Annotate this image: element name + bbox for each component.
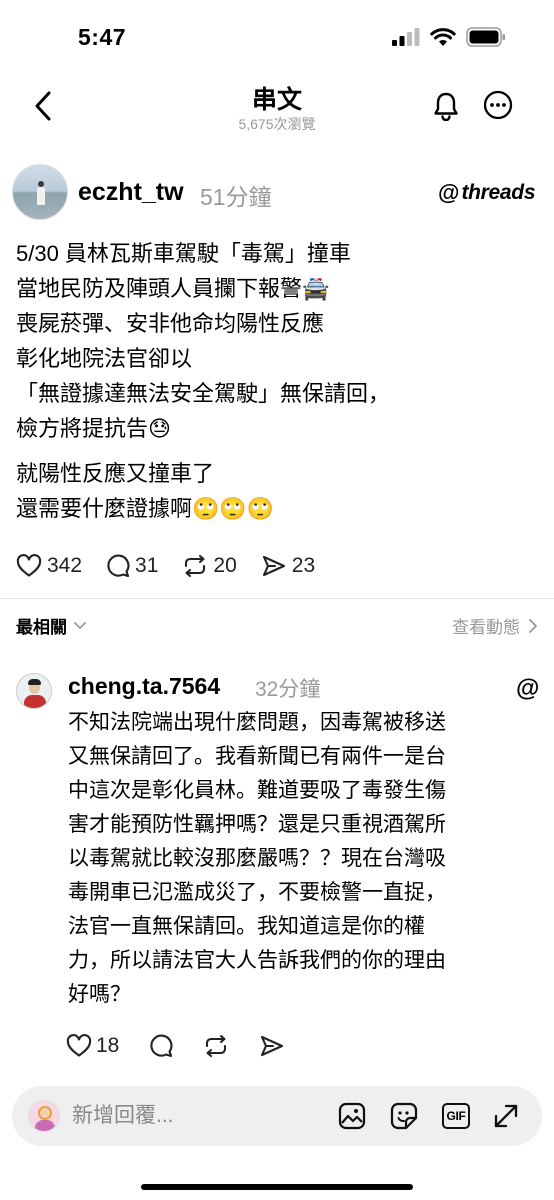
- avatar-head: [38, 1106, 52, 1120]
- reply-like-count: 18: [96, 1034, 120, 1057]
- repost-count: 20: [213, 554, 237, 577]
- view-activity-link[interactable]: 查看動態: [452, 613, 538, 638]
- reply-header: cheng.ta.7564 32分鐘 @: [0, 668, 554, 709]
- reply-username[interactable]: cheng.ta.7564: [68, 673, 220, 700]
- expand-button[interactable]: [490, 1100, 522, 1132]
- battery-icon: [466, 27, 505, 47]
- more-horizontal-icon: [483, 90, 513, 120]
- sort-label: 最相關: [16, 618, 67, 637]
- reply-comment-button[interactable]: [149, 1034, 173, 1058]
- post-line: 還需要什麼證據啊🙄🙄🙄: [16, 496, 275, 521]
- repost-icon: [206, 1034, 227, 1058]
- reply-line: 毒開車已氾濫成災了，不要檢警一直捉，: [68, 881, 446, 904]
- reply-avatar[interactable]: [16, 673, 52, 709]
- reply-line: 好嗎？: [68, 983, 131, 1006]
- reply-input[interactable]: [72, 1096, 322, 1136]
- bell-icon: [434, 92, 458, 121]
- post-line: 就陽性反應又撞車了: [16, 461, 215, 486]
- post-line: 「無證據達無法安全駕駛」無保請回，: [16, 381, 391, 406]
- sticker-button[interactable]: [388, 1100, 420, 1132]
- reply-line: 中這次是彰化員林。難道要吸了毒發生傷: [68, 779, 446, 802]
- sort-row: 最相關 查看動態: [0, 606, 554, 640]
- send-icon: [261, 1035, 284, 1057]
- view-count: 5,675次瀏覽: [238, 116, 316, 132]
- reply-line: 力，所以請法官大人告訴我們的你的理由: [68, 949, 446, 972]
- share-button[interactable]: 23: [261, 554, 315, 578]
- view-activity-label: 查看動態: [452, 618, 520, 637]
- gif-icon: GIF: [442, 1103, 470, 1129]
- wifi-icon: [430, 27, 456, 46]
- post-text: 5/30 員林瓦斯車駕駛「毒駕」撞車 當地民防及陣頭人員攔下報警🚔 喪屍菸彈、安…: [16, 236, 536, 526]
- more-options-button[interactable]: [482, 89, 514, 121]
- post-username[interactable]: eczht_tw: [78, 178, 184, 207]
- repost-button[interactable]: 20: [182, 554, 237, 578]
- reply-line: 害才能預防性羈押嗎？還是只重視酒駕所: [68, 813, 446, 836]
- attach-image-button[interactable]: [336, 1100, 368, 1132]
- reply-line: 以毒駕就比較沒那麼嚴嗎？？現在台灣吸: [68, 847, 446, 870]
- reply-actions: 18: [66, 1030, 315, 1062]
- reply-composer: GIF: [12, 1086, 542, 1146]
- cellular-signal-icon: [392, 28, 420, 46]
- avatar-body: [24, 695, 46, 708]
- post-line: 5/30 員林瓦斯車駕駛「毒駕」撞車: [16, 241, 351, 266]
- threads-wordmark: threads: [461, 181, 536, 204]
- reply-line: 不知法院端出現什麼問題，因毒駕被移送: [68, 711, 446, 734]
- status-time: 5:47: [78, 24, 127, 50]
- reply-line: 又無保請回了。我看新聞已有兩件一是台: [68, 745, 446, 768]
- divider: [0, 598, 554, 599]
- like-button[interactable]: 342: [16, 554, 82, 578]
- chevron-right-icon: [529, 618, 537, 633]
- comment-count: 31: [135, 554, 159, 577]
- send-icon: [262, 555, 285, 577]
- sticker-icon: [390, 1102, 418, 1130]
- gif-button[interactable]: GIF: [440, 1100, 472, 1132]
- avatar[interactable]: [12, 164, 68, 220]
- comment-button[interactable]: 31: [106, 554, 158, 578]
- avatar-hair: [28, 679, 41, 685]
- comment-icon: [150, 1034, 173, 1058]
- reply-time: 32分鐘: [255, 678, 321, 701]
- reply-text: 不知法院端出現什麼問題，因毒駕被移送 又無保請回了。我看新聞已有兩件一是台 中這…: [68, 706, 540, 1012]
- threads-icon: @: [516, 675, 540, 702]
- heart-icon: [16, 554, 42, 577]
- status-icons: [392, 27, 506, 47]
- avatar-body: [35, 1120, 55, 1131]
- sort-dropdown[interactable]: 最相關: [16, 613, 87, 638]
- status-bar: 5:47: [0, 0, 554, 70]
- post-line: 喪屍菸彈、安非他命均陽性反應: [16, 311, 325, 336]
- nav-header: 串文 5,675次瀏覽: [0, 72, 554, 142]
- threads-logo: @ threads: [438, 180, 536, 206]
- reply-repost-button[interactable]: [203, 1034, 229, 1058]
- heart-icon: [66, 1034, 92, 1057]
- chevron-down-icon: [74, 621, 86, 629]
- image-icon: [338, 1102, 366, 1130]
- home-indicator: [141, 1184, 413, 1190]
- share-count: 23: [291, 554, 316, 577]
- post-line: 當地民防及陣頭人員攔下報警🚔: [16, 276, 330, 301]
- notifications-button[interactable]: [430, 88, 462, 124]
- reply-line: 法官一直無保請回。我知道這是你的權: [68, 915, 425, 938]
- post-line: 檢方將提抗告😓: [16, 416, 171, 441]
- composer-avatar: [28, 1100, 60, 1132]
- post-time: 51分鐘: [200, 184, 272, 210]
- reply-share-button[interactable]: [259, 1034, 285, 1058]
- post-header: eczht_tw 51分鐘 @ threads: [0, 162, 554, 226]
- post-line: 彰化地院法官卻以: [16, 346, 193, 371]
- comment-icon: [107, 554, 130, 578]
- threads-logo-icon: @: [438, 180, 460, 205]
- like-count: 342: [47, 554, 83, 577]
- repost-icon: [185, 554, 206, 578]
- page-title: 串文: [251, 86, 302, 114]
- avatar-figure: [37, 181, 45, 205]
- post-actions: 342 31 20 23: [16, 550, 339, 582]
- reply-like-button[interactable]: 18: [66, 1034, 119, 1058]
- expand-icon: [494, 1104, 518, 1128]
